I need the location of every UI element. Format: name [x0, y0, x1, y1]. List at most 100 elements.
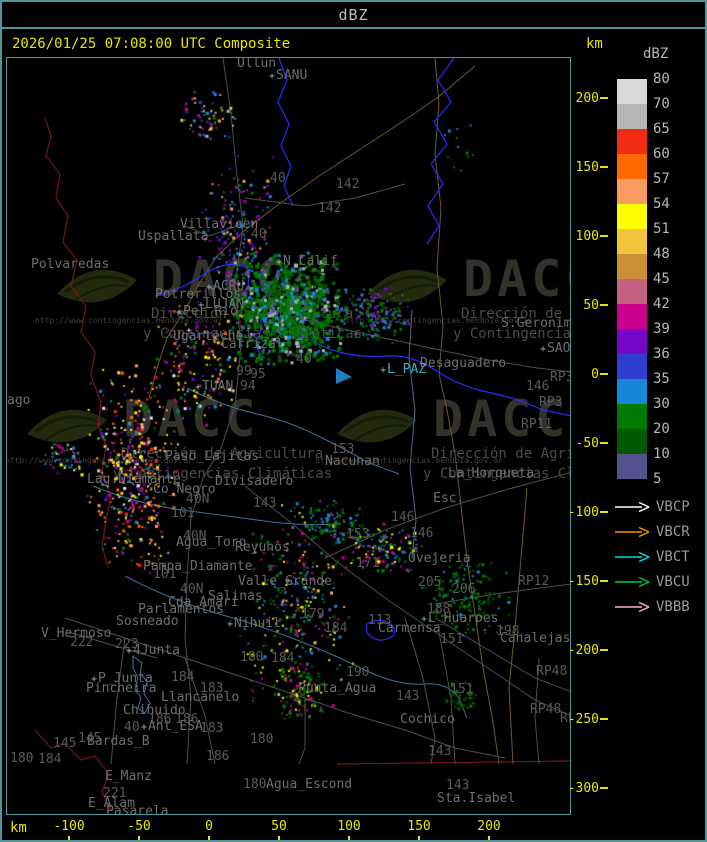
legend-label: VBBB: [656, 599, 690, 615]
map-label: 151: [440, 635, 463, 645]
colorbar-swatch: [617, 279, 647, 304]
map-label: RP48: [536, 667, 567, 677]
vertical-axis-unit-label: km: [586, 36, 603, 52]
colorbar-tick-label: 48: [653, 246, 687, 262]
x-axis-tick: [418, 836, 420, 842]
map-label: 179: [301, 610, 324, 620]
map-label: 184: [271, 654, 294, 664]
x-axis-tick: [68, 836, 70, 842]
map-label: Reyunos: [235, 543, 290, 553]
map-label: 183: [200, 724, 223, 734]
x-axis-tick: [138, 836, 140, 842]
station-marker-icon: +: [227, 619, 233, 630]
map-label: 184: [324, 624, 347, 634]
map-label: RP48: [530, 705, 561, 715]
map-label: 40N: [180, 585, 203, 595]
colorbar-swatch: [617, 304, 647, 329]
colorbar-swatch: [617, 229, 647, 254]
horizontal-axis: km -100-50050100150200: [2, 817, 705, 842]
map-label: 198: [496, 627, 519, 637]
station-marker-icon: +: [269, 71, 275, 82]
map-label: 143: [428, 747, 451, 757]
map-label: 40N: [183, 532, 206, 542]
legend-row: VBCT: [614, 544, 706, 569]
map-label: Sta.Isabel: [437, 794, 515, 804]
map-label: 183: [200, 684, 223, 694]
map-label: Punta_Agua: [298, 684, 376, 694]
station-marker-icon: +: [540, 344, 546, 355]
colorbar-swatch: [617, 329, 647, 354]
x-axis-tick-label: 150: [389, 819, 449, 834]
y-axis-tick: [600, 166, 608, 168]
map-label: 145: [78, 734, 101, 744]
map-label: Pincheira: [86, 684, 156, 694]
map-label: RP11: [521, 420, 552, 430]
colorbar-tick-label: 42: [653, 296, 687, 312]
map-label: Paso_Lajitas: [165, 452, 259, 462]
legend-row: VBCR: [614, 519, 706, 544]
colorbar-tick-label: 80: [653, 71, 687, 87]
station-marker-icon: +: [195, 382, 201, 393]
window-title: dBZ: [338, 6, 368, 24]
map-label: 186: [206, 752, 229, 762]
map-label: 146: [526, 382, 549, 392]
y-axis-tick: [600, 373, 608, 375]
map-label: 151: [450, 685, 473, 695]
vector-legend: VBCP VBCRVBCT VBCU VBBB: [614, 494, 706, 619]
y-axis-tick: [600, 235, 608, 237]
map-label: 184: [38, 755, 61, 765]
map-label: S.Geronimo: [501, 319, 571, 329]
colorbar-swatch: [617, 79, 647, 104]
map-label: +SANU: [269, 71, 307, 82]
map-label: Ullun: [237, 59, 276, 69]
y-axis-tick: [600, 649, 608, 651]
map-label: 142: [336, 180, 359, 190]
map-label-layer: Ullun+SANUVillavicenUspallataPolvaredasP…: [7, 58, 571, 815]
vector-arrow-icon: [614, 601, 650, 613]
map-label: La_Horqueta: [448, 469, 534, 479]
map-label: 186: [175, 715, 198, 725]
map-label: 101: [153, 570, 176, 580]
legend-row: VBBB: [614, 594, 706, 619]
radar-window: dBZ 2026/01/25 07:08:00 UTC Composite km…: [0, 0, 707, 842]
map-label: 180: [250, 735, 273, 745]
colorbar-tick-label: 36: [653, 346, 687, 362]
map-label: +Per_Rio: [176, 307, 238, 318]
y-axis-tick: [600, 787, 608, 789]
map-label: 143: [253, 499, 276, 509]
map-label: RP3: [550, 373, 571, 383]
map-label: 223: [115, 640, 138, 650]
colorbar-swatch: [617, 254, 647, 279]
map-label: Esc.: [433, 494, 464, 504]
title-bar: dBZ: [2, 2, 705, 29]
colorbar-tick-label: 45: [653, 271, 687, 287]
colorbar-tick-label: 5: [653, 471, 687, 487]
colorbar-tick-label: 20: [653, 421, 687, 437]
map-label: 146: [391, 513, 414, 523]
map-label: 94: [240, 382, 256, 392]
map-label: Valle_Grande: [238, 577, 332, 587]
colorbar-tick-label: 35: [653, 371, 687, 387]
map-label: Agua_Escond: [266, 780, 352, 790]
map-label: 221: [103, 789, 126, 799]
station-marker-icon: +: [176, 307, 182, 318]
vector-arrow-icon: [614, 551, 650, 563]
legend-label: VBCU: [656, 574, 690, 590]
station-marker-icon: +: [380, 365, 386, 376]
map-label: 143: [396, 692, 419, 702]
x-axis-tick: [488, 836, 490, 842]
horizontal-axis-unit-label: km: [10, 820, 27, 836]
x-axis-tick-label: 200: [459, 819, 519, 834]
map-label: Polvaredas: [31, 260, 109, 270]
map-label: 40: [251, 230, 267, 240]
map-label: 101: [171, 509, 194, 519]
map-label: 40N: [186, 495, 209, 505]
legend-label: VBCP: [656, 499, 690, 515]
map-label: ago: [7, 396, 30, 406]
colorbar-swatch: [617, 429, 647, 454]
map-label: 142: [318, 204, 341, 214]
vector-arrow-icon: [614, 501, 650, 513]
map-label: 153: [331, 445, 354, 455]
map-label: Uspallata: [138, 232, 208, 242]
radar-map: DACCDirección de Agriculturay Contingenc…: [6, 57, 571, 815]
